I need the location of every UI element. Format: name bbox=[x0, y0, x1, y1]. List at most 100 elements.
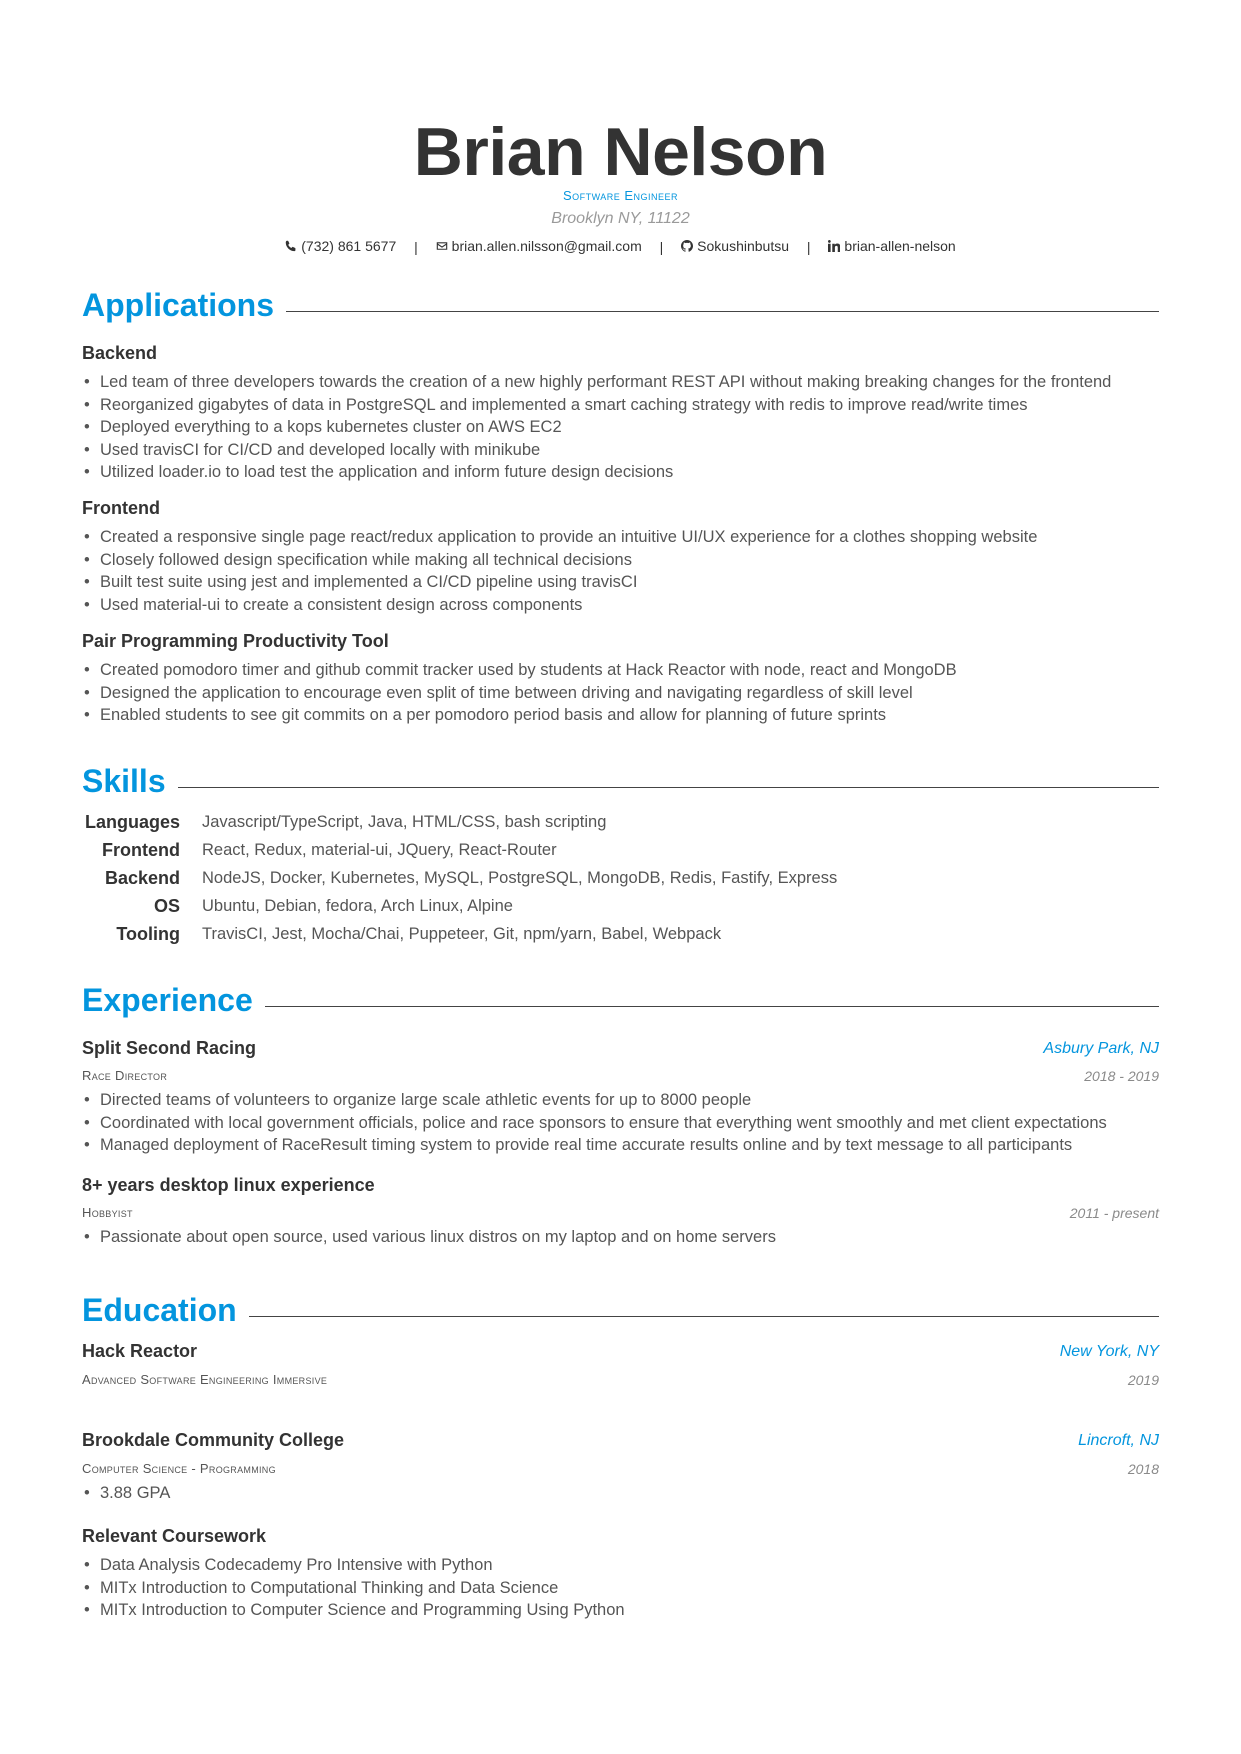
skill-row: Tooling TravisCI, Jest, Mocha/Chai, Pupp… bbox=[82, 920, 1082, 948]
contact-email-text: brian.allen.nilsson@gmail.com bbox=[451, 238, 642, 254]
list-item: • Coordinated with local government offic… bbox=[84, 1112, 1107, 1135]
list-item-text: Passionate about open source, used vario… bbox=[100, 1228, 776, 1246]
bullet-dot: • bbox=[84, 1484, 90, 1502]
contact-separator: | bbox=[806, 239, 811, 255]
list-item-text: Data Analysis Codecademy Pro Intensive w… bbox=[100, 1556, 493, 1574]
section-title-education: Education bbox=[82, 1290, 1159, 1330]
education-school: Brookdale Community College bbox=[82, 1430, 345, 1450]
bullet-dot: • bbox=[84, 418, 90, 436]
list-item: • Data Analysis Codecademy Pro Intensive … bbox=[84, 1554, 625, 1577]
education-date: 2019 bbox=[1127, 1372, 1159, 1388]
contact-phone[interactable]: (732) 861 5677 bbox=[285, 238, 396, 254]
section-title-text: Experience bbox=[82, 982, 253, 1018]
bullet-dot: • bbox=[84, 1578, 90, 1597]
list-item: • 3.88 GPA bbox=[84, 1482, 170, 1505]
app-entry-title: Pair Programming Productivity Tool bbox=[82, 631, 389, 651]
bullet-dot: • bbox=[84, 528, 90, 546]
linkedin-icon bbox=[828, 240, 841, 252]
bullet-dot: • bbox=[84, 440, 90, 459]
education-items: • 3.88 GPA bbox=[84, 1482, 170, 1505]
skill-list: TravisCI, Jest, Mocha/Chai, Puppeteer, G… bbox=[202, 924, 722, 943]
experience-organization: 8+ years desktop linux experience bbox=[82, 1175, 375, 1195]
bullet-dot: • bbox=[84, 463, 90, 481]
list-item: • Created a responsive single page react/… bbox=[84, 526, 1037, 549]
bullet-dot: • bbox=[84, 1556, 90, 1574]
contact-separator: | bbox=[414, 239, 418, 255]
skill-list: React, Redux, material-ui, JQuery, React… bbox=[202, 840, 557, 859]
bullet-dot: • bbox=[84, 373, 90, 391]
section-title-text: Education bbox=[82, 1292, 237, 1328]
list-item: • MITx Introduction to Computational Thin… bbox=[84, 1577, 625, 1600]
resume-page: Brian Nelson Software Engineer Brooklyn … bbox=[0, 0, 1241, 1754]
education-degree: Computer Science - Programming bbox=[82, 1461, 276, 1476]
skill-row: Backend NodeJS, Docker, Kubernetes, MySQ… bbox=[82, 864, 1082, 892]
experience-items: • Directed teams of volunteers to organiz… bbox=[84, 1089, 1107, 1157]
list-item-text: Created a responsive single page react/r… bbox=[100, 528, 1038, 546]
list-item: • Led team of three developers towards th… bbox=[84, 371, 1111, 394]
list-item-text: Created pomodoro timer and github commit… bbox=[100, 661, 957, 679]
list-item: • Directed teams of volunteers to organiz… bbox=[84, 1089, 1107, 1112]
list-item: • Built test suite using jest and impleme… bbox=[84, 571, 1037, 594]
experience-role: Race Director bbox=[82, 1068, 168, 1083]
bullet-dot: • bbox=[84, 1136, 90, 1154]
app-entry-title: Backend bbox=[82, 343, 158, 363]
bullet-dot: • bbox=[84, 706, 90, 724]
contact-bar: (732) 861 5677 | brian.allen.nilsson@gma… bbox=[0, 238, 1241, 255]
list-item: • Utilized loader.io to load test the app… bbox=[84, 461, 1111, 484]
list-item: • Deployed everything to a kops kubernete… bbox=[84, 416, 1111, 439]
list-item: • Managed deployment of RaceResult timing… bbox=[84, 1134, 1107, 1157]
list-item-text: Utilized loader.io to load test the appl… bbox=[100, 463, 674, 481]
list-item-text: Enabled students to see git commits on a… bbox=[100, 706, 887, 724]
bullet-dot: • bbox=[84, 550, 90, 569]
resume-position: Software Engineer bbox=[562, 188, 679, 203]
list-item-text: 3.88 GPA bbox=[100, 1484, 171, 1502]
education-location: New York, NY bbox=[1059, 1343, 1159, 1360]
section-rule bbox=[248, 1315, 1159, 1317]
list-item: • Closely followed design specification w… bbox=[84, 549, 1037, 572]
section-title-text: Applications bbox=[82, 287, 275, 323]
skill-row: OS Ubuntu, Debian, fedora, Arch Linux, A… bbox=[82, 892, 1082, 920]
list-item-text: MITx Introduction to Computer Science an… bbox=[100, 1601, 625, 1619]
app-backend-list: • Led team of three developers towards th… bbox=[84, 371, 1111, 484]
list-item-text: Deployed everything to a kops kubernetes… bbox=[100, 418, 562, 436]
app-frontend-list: • Created a responsive single page react/… bbox=[84, 526, 1037, 616]
resume-address: Brooklyn NY, 11122 bbox=[551, 210, 690, 227]
list-item: • Enabled students to see git commits on … bbox=[84, 704, 957, 727]
experience-role: Hobbyist bbox=[82, 1205, 133, 1220]
list-item: • Reorganized gigabytes of data in Postgr… bbox=[84, 394, 1111, 417]
list-item-text: Designed the application to encourage ev… bbox=[100, 683, 913, 702]
list-item: • Used material-ui to create a consistent… bbox=[84, 594, 1037, 617]
bullet-dot: • bbox=[84, 1091, 90, 1109]
contact-linkedin[interactable]: brian-allen-nelson bbox=[828, 238, 956, 254]
bullet-dot: • bbox=[84, 395, 90, 414]
skill-category: OS bbox=[153, 895, 180, 916]
skill-row: Frontend React, Redux, material-ui, JQue… bbox=[82, 836, 1082, 864]
skill-category: Languages bbox=[84, 811, 180, 832]
skill-category: Frontend bbox=[102, 839, 180, 860]
contact-separator: | bbox=[659, 239, 664, 255]
skill-list: NodeJS, Docker, Kubernetes, MySQL, Postg… bbox=[202, 868, 838, 887]
contact-linkedin-text: brian-allen-nelson bbox=[844, 238, 956, 254]
app-entry-title: Frontend bbox=[82, 498, 160, 518]
bullet-dot: • bbox=[84, 1228, 90, 1246]
experience-date: 2011 - present bbox=[1069, 1205, 1159, 1221]
list-item-text: Closely followed design specification wh… bbox=[100, 550, 632, 569]
bullet-dot: • bbox=[84, 661, 90, 679]
skill-list: Ubuntu, Debian, fedora, Arch Linux, Alpi… bbox=[202, 896, 513, 915]
skill-list: Javascript/TypeScript, Java, HTML/CSS, b… bbox=[202, 812, 607, 831]
skills-table: Languages Javascript/TypeScript, Java, H… bbox=[82, 808, 1082, 948]
list-item: • Created pomodoro timer and github commi… bbox=[84, 659, 957, 682]
contact-github[interactable]: Sokushinbutsu bbox=[681, 238, 789, 254]
section-title-text: Skills bbox=[82, 763, 166, 799]
list-item-text: Reorganized gigabytes of data in Postgre… bbox=[100, 395, 1028, 414]
skill-category: Backend bbox=[104, 867, 180, 888]
education-date: 2018 bbox=[1127, 1461, 1159, 1477]
experience-date: 2018 - 2019 bbox=[1084, 1068, 1159, 1084]
section-rule bbox=[286, 310, 1159, 312]
experience-items: • Passionate about open source, used vari… bbox=[84, 1226, 776, 1249]
contact-email[interactable]: brian.allen.nilsson@gmail.com bbox=[436, 238, 642, 254]
bullet-dot: • bbox=[84, 573, 90, 591]
contact-github-text: Sokushinbutsu bbox=[697, 238, 789, 254]
skill-category: Tooling bbox=[116, 923, 180, 944]
list-item: • MITx Introduction to Computer Science a… bbox=[84, 1599, 625, 1622]
